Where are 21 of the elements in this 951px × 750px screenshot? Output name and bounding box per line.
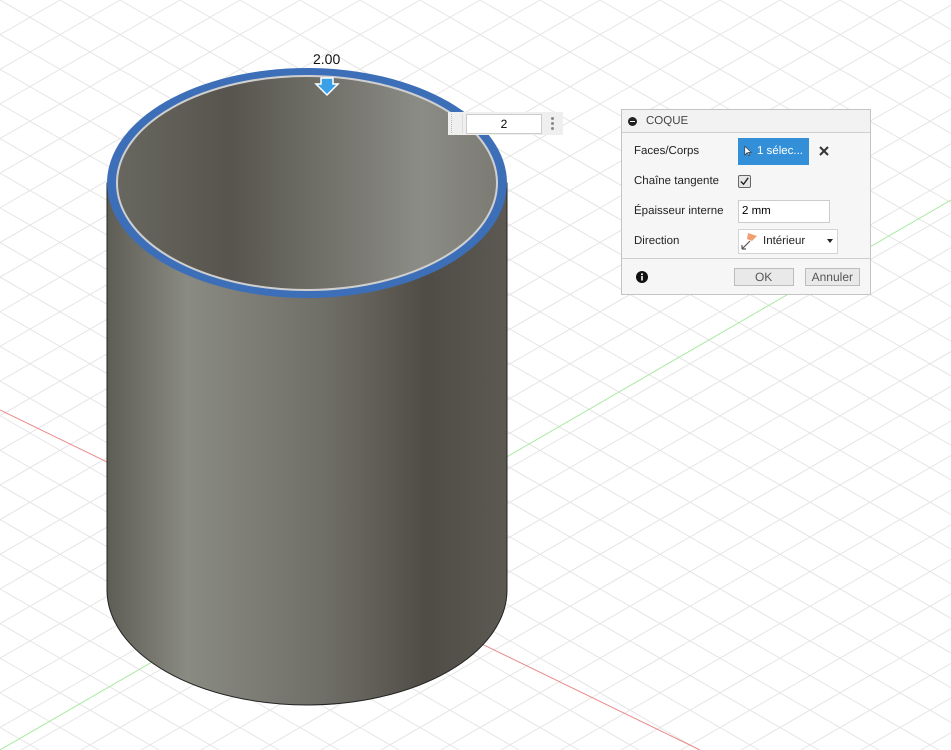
field-label: Chaîne tangente bbox=[634, 175, 720, 187]
cursor-icon bbox=[744, 144, 752, 158]
more-icon[interactable] bbox=[551, 117, 554, 130]
grip-handle[interactable] bbox=[451, 114, 463, 133]
arrow-icon bbox=[314, 77, 340, 96]
caret-icon bbox=[827, 239, 833, 243]
thickness-field[interactable]: 2 mm bbox=[738, 200, 830, 222]
field-label: Épaisseur interne bbox=[634, 205, 724, 217]
flag-icon bbox=[741, 232, 759, 250]
cancel-button[interactable]: Annuler bbox=[804, 268, 860, 286]
collapse-icon[interactable] bbox=[628, 116, 637, 126]
field-label: Direction bbox=[634, 235, 680, 247]
checkbox[interactable] bbox=[738, 174, 751, 188]
info-icon[interactable] bbox=[636, 270, 648, 282]
dimension-field[interactable]: 2 bbox=[466, 114, 542, 134]
field-label: Faces/Corps bbox=[634, 145, 700, 157]
dimension-label: 2.00 bbox=[313, 51, 340, 67]
dialog-title: COQUE bbox=[646, 115, 688, 127]
direction-dropdown[interactable]: Intérieur bbox=[738, 228, 838, 254]
clear-icon[interactable] bbox=[819, 146, 829, 156]
ok-button[interactable]: OK bbox=[734, 268, 794, 286]
